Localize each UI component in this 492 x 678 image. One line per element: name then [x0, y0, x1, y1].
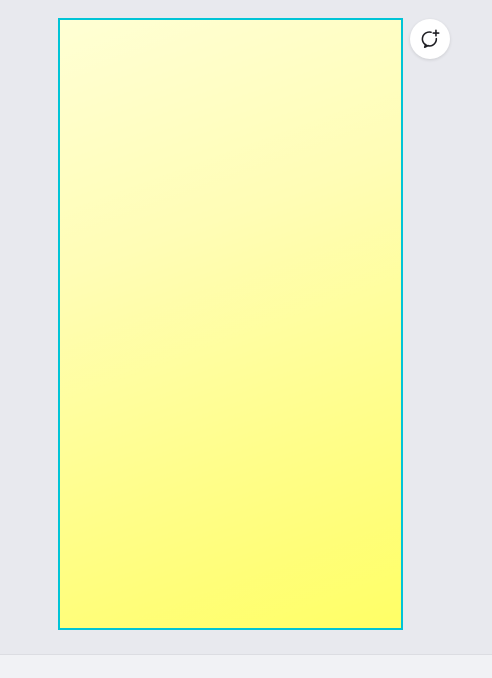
- bottom-toolbar: [0, 654, 492, 678]
- comment-add-icon: [419, 28, 441, 50]
- add-comment-button[interactable]: [410, 19, 450, 59]
- design-page-canvas[interactable]: [58, 18, 403, 630]
- editor-workspace: [0, 0, 492, 654]
